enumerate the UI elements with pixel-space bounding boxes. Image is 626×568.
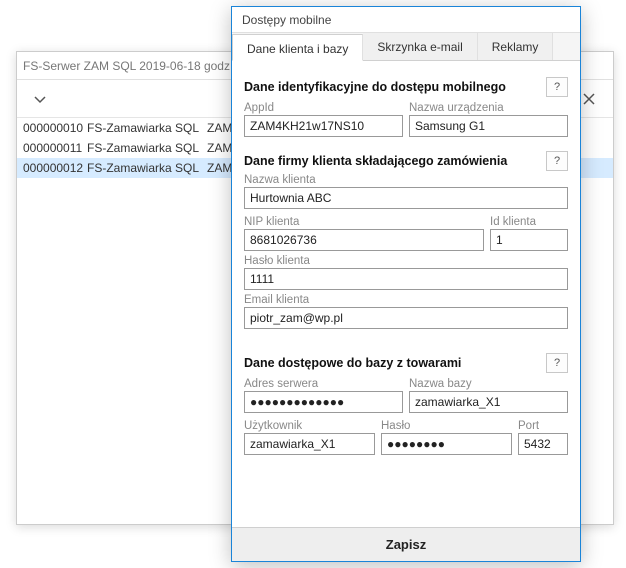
label-server: Adres serwera (244, 378, 403, 390)
cell-app: FS-Zamawiarka SQL (87, 158, 207, 178)
nip-field[interactable] (244, 229, 484, 251)
client-name-field[interactable] (244, 187, 568, 209)
label-client-name: Nazwa klienta (244, 174, 568, 186)
label-device: Nazwa urządzenia (409, 102, 568, 114)
label-client-password: Hasło klienta (244, 255, 568, 267)
label-appid: AppId (244, 102, 403, 114)
section-db-header: Dane dostępowe do bazy z towarami ? (244, 353, 568, 373)
cell-id: 000000010 (17, 118, 87, 138)
section-title: Dane firmy klienta składającego zamówien… (244, 154, 546, 168)
client-id-field[interactable] (490, 229, 568, 251)
db-password-field[interactable] (381, 433, 512, 455)
label-client-email: Email klienta (244, 294, 568, 306)
label-dbname: Nazwa bazy (409, 378, 568, 390)
cell-id: 000000012 (17, 158, 87, 178)
mobile-access-dialog: Dostępy mobilne Dane klienta i bazy Skrz… (231, 6, 581, 562)
tab-email[interactable]: Skrzynka e-mail (363, 33, 477, 60)
label-client-id: Id klienta (490, 216, 568, 228)
tab-client-data[interactable]: Dane klienta i bazy (232, 34, 363, 61)
label-dbpass: Hasło (381, 420, 512, 432)
help-button[interactable]: ? (546, 151, 568, 171)
help-button[interactable]: ? (546, 77, 568, 97)
db-user-field[interactable] (244, 433, 375, 455)
client-password-field[interactable] (244, 268, 568, 290)
dialog-title: Dostępy mobilne (232, 7, 580, 33)
cell-id: 000000011 (17, 138, 87, 158)
help-button[interactable]: ? (546, 353, 568, 373)
dbname-field[interactable] (409, 391, 568, 413)
label-port: Port (518, 420, 568, 432)
cell-app: FS-Zamawiarka SQL (87, 118, 207, 138)
save-button[interactable]: Zapisz (232, 527, 580, 561)
server-field[interactable] (244, 391, 403, 413)
tab-ads[interactable]: Reklamy (478, 33, 554, 60)
section-identity-header: Dane identyfikacyjne do dostępu mobilneg… (244, 77, 568, 97)
appid-field[interactable] (244, 115, 403, 137)
dialog-body: Dane identyfikacyjne do dostępu mobilneg… (232, 61, 580, 527)
section-title: Dane identyfikacyjne do dostępu mobilneg… (244, 80, 546, 94)
cell-app: FS-Zamawiarka SQL (87, 138, 207, 158)
device-field[interactable] (409, 115, 568, 137)
chevron-down-icon[interactable] (17, 80, 62, 117)
label-user: Użytkownik (244, 420, 375, 432)
section-title: Dane dostępowe do bazy z towarami (244, 356, 546, 370)
section-client-header: Dane firmy klienta składającego zamówien… (244, 151, 568, 171)
client-email-field[interactable] (244, 307, 568, 329)
label-nip: NIP klienta (244, 216, 484, 228)
port-field[interactable] (518, 433, 568, 455)
tab-bar: Dane klienta i bazy Skrzynka e-mail Rekl… (232, 33, 580, 61)
